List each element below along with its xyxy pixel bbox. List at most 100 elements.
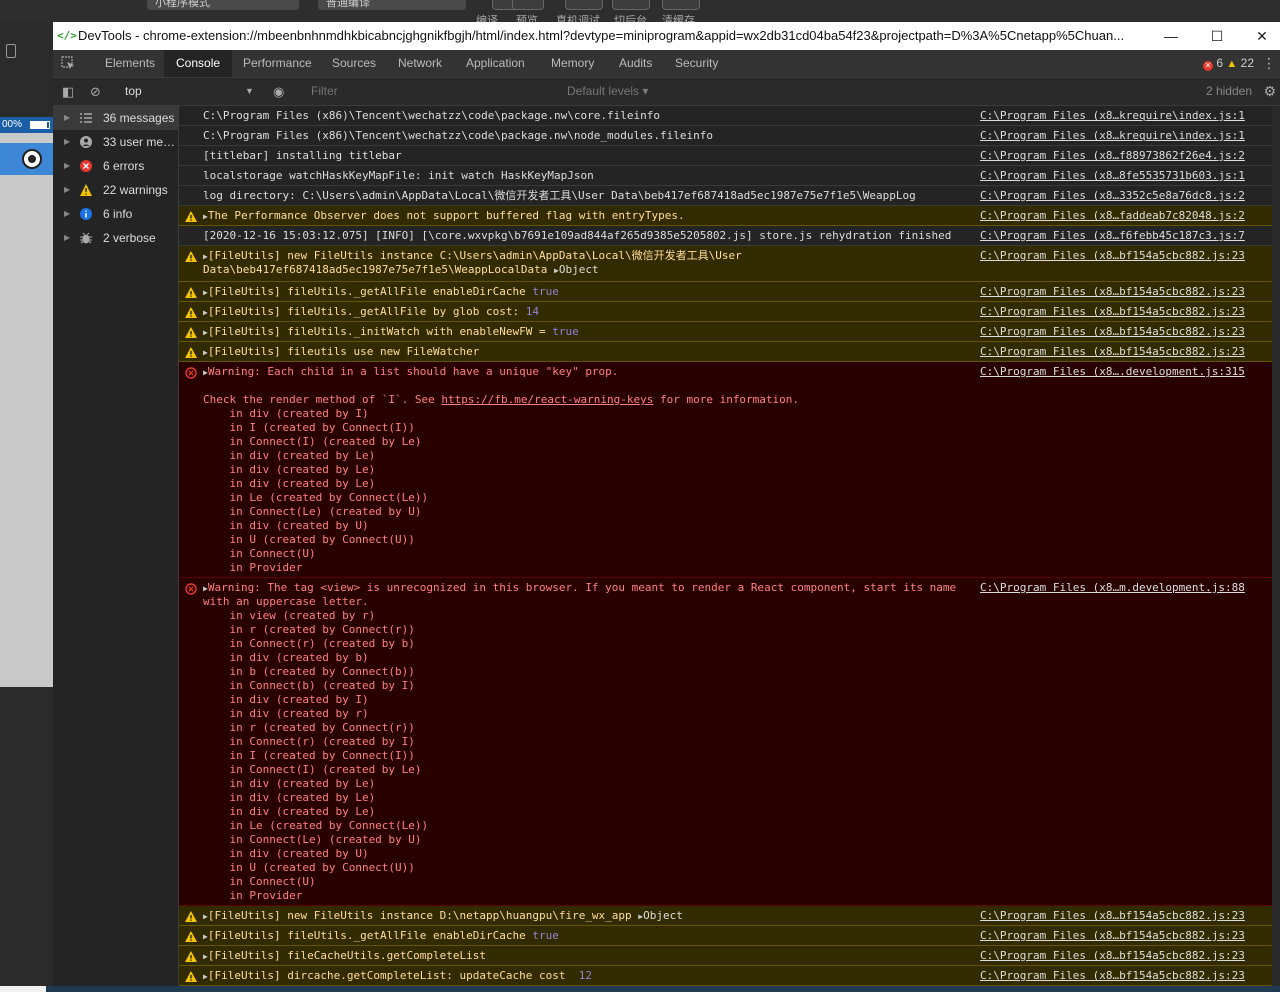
close-button[interactable]: ✕ — [1239, 22, 1280, 50]
source-link[interactable]: C:\Program Files (x8…3352c5e8a76dc8.js:2 — [980, 189, 1245, 203]
error-message[interactable]: ▶Warning: Each child in a list should ha… — [179, 362, 1272, 578]
warning-icon — [185, 211, 197, 222]
clear-cache-button[interactable] — [662, 0, 700, 10]
warning-message[interactable]: ▶[FileUtils] fileutils use new FileWatch… — [179, 342, 1272, 362]
sidebar-item-info[interactable]: ▶ 6 info — [53, 202, 178, 226]
tab-application[interactable]: Application — [454, 50, 537, 77]
preview-button[interactable] — [512, 0, 544, 10]
record-icon[interactable] — [22, 149, 42, 169]
source-link[interactable]: C:\Program Files (x8…bf154a5cbc882.js:23 — [980, 929, 1245, 943]
simulator-screen: 00% — [0, 117, 53, 687]
compile-select[interactable]: 普通编译 — [318, 0, 466, 10]
warning-message[interactable]: ▶[FileUtils] fileUtils._getAllFile enabl… — [179, 926, 1272, 946]
warning-message[interactable]: ▶[FileUtils] new FileUtils instance C:\U… — [179, 246, 1272, 282]
phone-icon[interactable] — [6, 44, 16, 58]
minimize-button[interactable]: — — [1148, 22, 1194, 50]
battery-icon — [30, 121, 50, 129]
gear-icon[interactable]: ⚙ — [1263, 78, 1276, 105]
object-preview[interactable]: Object — [559, 263, 599, 276]
source-link[interactable]: C:\Program Files (x8…bf154a5cbc882.js:23 — [980, 285, 1245, 299]
message-text: Data\beb417ef687418ad5ec1987e75e7f1e5\We… — [203, 263, 548, 276]
log-message: [titlebar] installing titlebar C:\Progra… — [179, 146, 1272, 166]
message-line: ▶The Performance Observer does not suppo… — [203, 209, 983, 224]
stack-trace: in div (created by I) in I (created by C… — [229, 407, 429, 574]
tab-console[interactable]: Console — [164, 50, 233, 77]
message-text: C:\Program Files (x86)\Tencent\wechatzz\… — [203, 129, 713, 142]
message-line: ▶[FileUtils] fileUtils._getAllFile enabl… — [203, 285, 983, 300]
mode-select[interactable]: 小程序模式 — [147, 0, 299, 10]
source-link[interactable]: C:\Program Files (x8…f88973862f26e4.js:2 — [980, 149, 1245, 163]
error-icon — [185, 583, 197, 595]
tab-network[interactable]: Network — [386, 50, 454, 77]
sidebar-toggle-icon[interactable]: ◧ — [62, 78, 74, 105]
eye-icon[interactable]: ◉ — [273, 78, 284, 105]
warning-message[interactable]: ▶The Performance Observer does not suppo… — [179, 206, 1272, 226]
tab-sources[interactable]: Sources — [320, 50, 388, 77]
issue-counts[interactable]: ✕ 6 ▲ 22 — [1203, 50, 1254, 78]
source-link[interactable]: C:\Program Files (x8…m.development.js:88 — [980, 581, 1245, 595]
value-token: true — [552, 325, 579, 338]
tab-audits[interactable]: Audits — [607, 50, 664, 77]
message-line: Check the render method of `I`. See http… — [203, 393, 983, 407]
debug-button[interactable] — [565, 0, 603, 10]
warning-icon — [185, 931, 197, 942]
source-link[interactable]: C:\Program Files (x8…faddeab7c82048.js:2 — [980, 209, 1245, 223]
warning-message[interactable]: ▶[FileUtils] fileCacheUtils.getCompleteL… — [179, 946, 1272, 966]
inspect-element-icon[interactable] — [61, 56, 75, 70]
tab-memory[interactable]: Memory — [539, 50, 606, 77]
error-message[interactable]: ▶Warning: The tag <view> is unrecognized… — [179, 578, 1272, 906]
source-link[interactable]: C:\Program Files (x8…bf154a5cbc882.js:23 — [980, 969, 1245, 983]
chevron-right-icon: ▶ — [64, 233, 71, 242]
object-preview[interactable]: Object — [643, 909, 683, 922]
filter-input[interactable] — [305, 81, 555, 101]
message-line: ▶[FileUtils] dircache.getCompleteList: u… — [203, 969, 983, 984]
chevron-right-icon: ▶ — [64, 209, 71, 218]
message-text: [FileUtils] fileCacheUtils.getCompleteLi… — [207, 949, 486, 962]
source-link[interactable]: C:\Program Files (x8…bf154a5cbc882.js:23 — [980, 345, 1245, 359]
react-keys-link[interactable]: https://fb.me/react-warning-keys — [441, 393, 653, 406]
source-link[interactable]: C:\Program Files (x8…8fe5535731b603.js:1 — [980, 169, 1245, 183]
background-button[interactable] — [612, 0, 650, 10]
zoom-label: 00% — [2, 119, 23, 130]
warning-message[interactable]: ▶[FileUtils] dircache.getCompleteList: u… — [179, 966, 1272, 986]
source-link[interactable]: C:\Program Files (x8…krequire\index.js:1 — [980, 109, 1245, 123]
source-link[interactable]: C:\Program Files (x8…bf154a5cbc882.js:23 — [980, 305, 1245, 319]
source-link[interactable]: C:\Program Files (x8…bf154a5cbc882.js:23 — [980, 909, 1245, 923]
source-link[interactable]: C:\Program Files (x8…krequire\index.js:1 — [980, 129, 1245, 143]
more-options-icon[interactable]: ⋮ — [1262, 50, 1276, 77]
warning-message[interactable]: ▶[FileUtils] fileUtils._initWatch with e… — [179, 322, 1272, 342]
console-scrollbar[interactable] — [1272, 106, 1280, 986]
message-text: [FileUtils] fileUtils._initWatch with en… — [207, 325, 546, 338]
sidebar-item-errors[interactable]: ▶ 6 errors — [53, 154, 178, 178]
source-link[interactable]: C:\Program Files (x8….development.js:315 — [980, 365, 1245, 379]
clear-cache-label: 清缓存 — [662, 15, 695, 22]
warning-icon — [185, 251, 197, 262]
log-levels-select[interactable]: Default levels ▾ — [567, 78, 648, 105]
warning-message[interactable]: ▶[FileUtils] fileUtils._getAllFile by gl… — [179, 302, 1272, 322]
sidebar-item-label: 22 warnings — [103, 183, 168, 197]
title-bar[interactable]: </> DevTools - chrome-extension://mbeenb… — [53, 22, 1280, 50]
context-select[interactable]: top — [125, 78, 255, 105]
message-line: ▶[FileUtils] fileUtils._getAllFile enabl… — [203, 929, 983, 944]
warning-count: 22 — [1240, 56, 1254, 70]
message-line: Data\beb417ef687418ad5ec1987e75e7f1e5\We… — [203, 263, 983, 278]
sidebar-item-warnings[interactable]: ▶ 22 warnings — [53, 178, 178, 202]
source-link[interactable]: C:\Program Files (x8…bf154a5cbc882.js:23 — [980, 949, 1245, 963]
clear-console-icon[interactable]: ⊘ — [90, 78, 101, 105]
sidebar-item-verbose[interactable]: ▶ 2 verbose — [53, 226, 178, 250]
sidebar-item-label: 6 info — [103, 207, 133, 221]
source-link[interactable]: C:\Program Files (x8…bf154a5cbc882.js:23 — [980, 249, 1245, 263]
maximize-button[interactable]: ☐ — [1194, 22, 1240, 50]
chevron-down-icon: ▼ — [245, 86, 254, 96]
source-link[interactable]: C:\Program Files (x8…bf154a5cbc882.js:23 — [980, 325, 1245, 339]
tab-performance[interactable]: Performance — [231, 50, 324, 77]
warning-message[interactable]: ▶[FileUtils] fileUtils._getAllFile enabl… — [179, 282, 1272, 302]
sidebar-item-messages[interactable]: ▶ 36 messages — [53, 106, 178, 130]
sidebar-item-user-messages[interactable]: ▶ 33 user mes... — [53, 130, 178, 154]
tab-elements[interactable]: Elements — [93, 50, 167, 77]
chevron-right-icon: ▶ — [64, 137, 71, 146]
tab-security[interactable]: Security — [663, 50, 730, 77]
warning-message[interactable]: ▶[FileUtils] new FileUtils instance D:\n… — [179, 906, 1272, 926]
source-link[interactable]: C:\Program Files (x8…f6febb45c187c3.js:7 — [980, 229, 1245, 243]
status-bar: 00% — [0, 117, 53, 133]
